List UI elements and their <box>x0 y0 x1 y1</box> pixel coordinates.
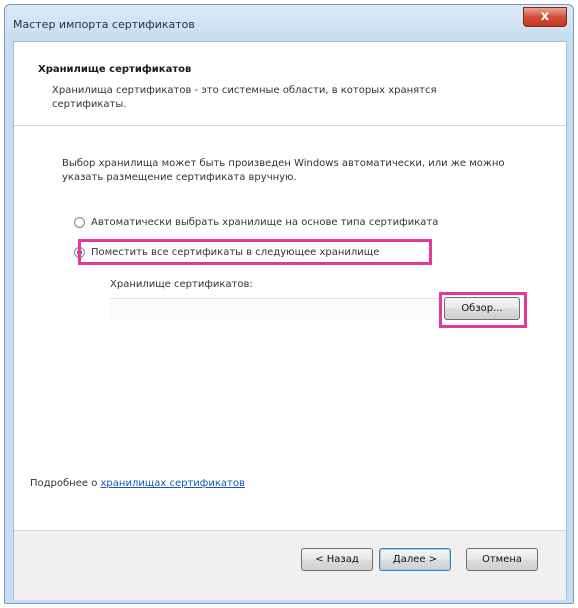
close-icon: x <box>540 9 550 24</box>
learn-more-text: Подробнее о хранилищах сертификатов <box>30 478 245 489</box>
certificate-stores-link[interactable]: хранилищах сертификатов <box>101 478 245 489</box>
window-title: Мастер импорта сертификатов <box>13 18 195 31</box>
highlight-browse-button <box>439 292 527 328</box>
highlight-place-in-store <box>78 239 432 265</box>
certificate-store-field[interactable] <box>110 298 442 320</box>
back-button[interactable]: < Назад <box>301 548 373 571</box>
page-description: Хранилища сертификатов - это системные о… <box>52 85 437 110</box>
title-bar[interactable]: Мастер импорта сертификатов x <box>5 5 573 41</box>
learn-more-prefix: Подробнее о <box>30 478 101 489</box>
close-button[interactable]: x <box>523 7 567 27</box>
auto-select-store-option[interactable]: Автоматически выбрать хранилище на основ… <box>74 217 438 228</box>
next-button[interactable]: Далее > <box>379 548 451 571</box>
wizard-content: Хранилище сертификатов Хранилища сертифи… <box>13 41 567 600</box>
intro-text: Выбор хранилища может быть произведен Wi… <box>62 158 505 183</box>
wizard-header: Хранилище сертификатов Хранилища сертифи… <box>14 42 566 126</box>
certificate-store-label: Хранилище сертификатов: <box>110 279 253 290</box>
auto-select-store-label: Автоматически выбрать хранилище на основ… <box>91 217 439 228</box>
page-title: Хранилище сертификатов <box>38 64 192 75</box>
cancel-button[interactable]: Отмена <box>466 548 538 571</box>
auto-select-store-radio[interactable] <box>74 217 85 228</box>
wizard-footer: < Назад Далее > Отмена <box>14 531 566 600</box>
import-wizard-window: Мастер импорта сертификатов x Хранилище … <box>4 4 574 604</box>
